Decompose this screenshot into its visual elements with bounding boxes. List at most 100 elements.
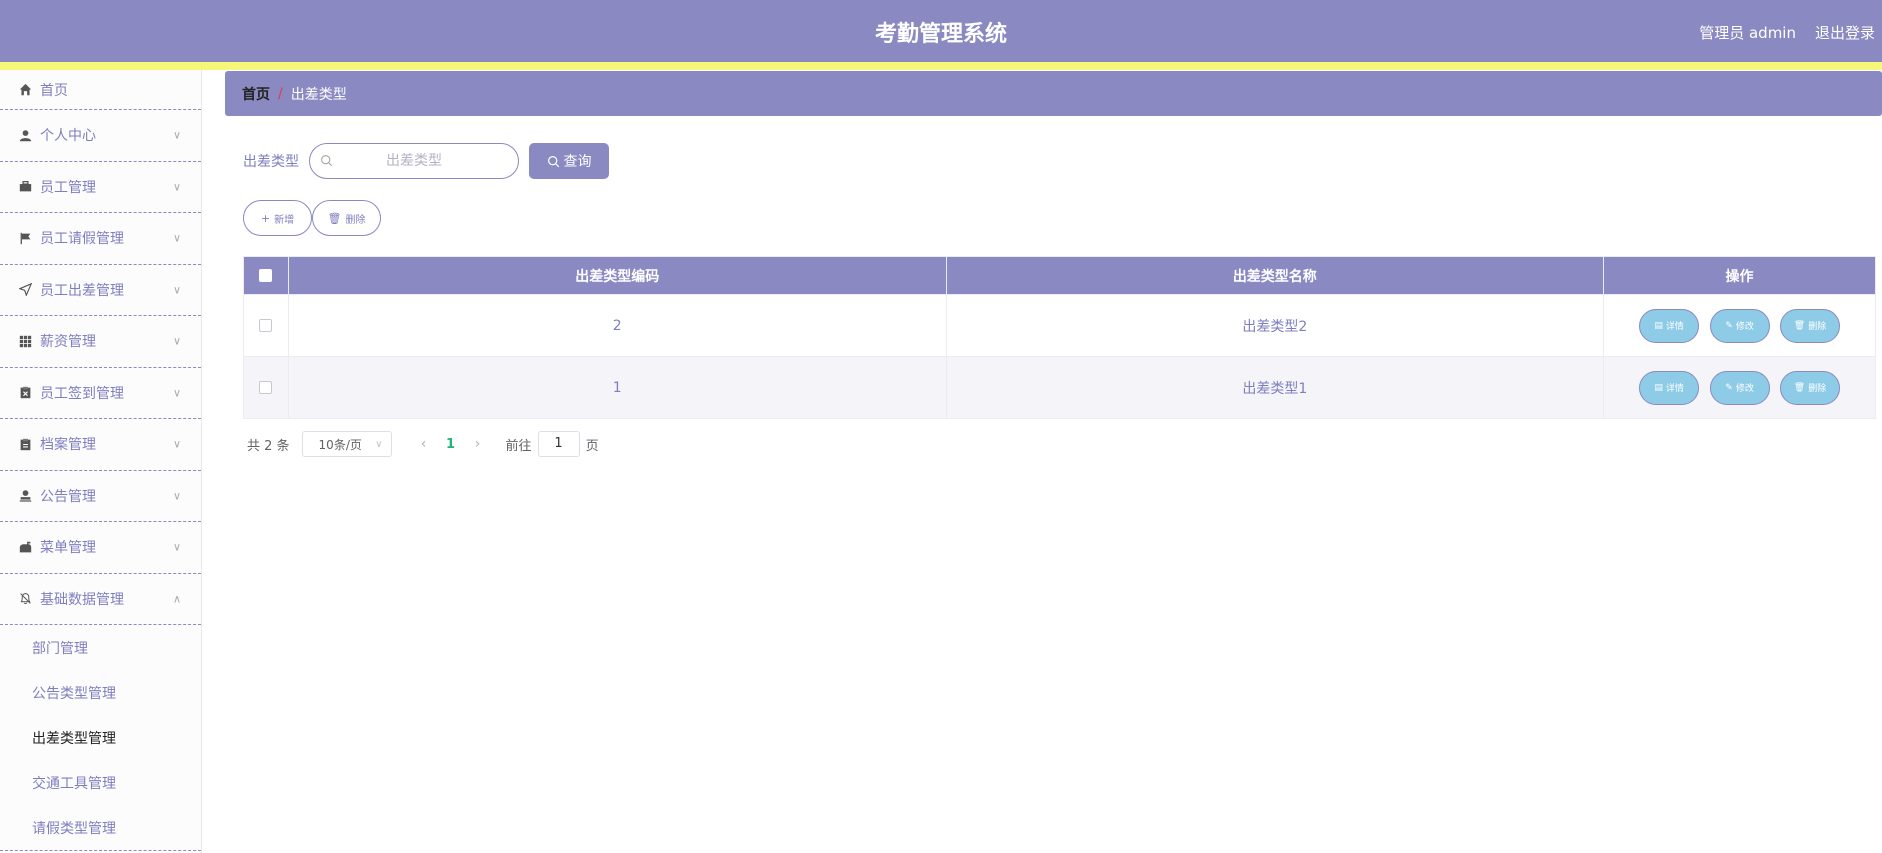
column-header: 操作 (1603, 256, 1876, 295)
row-checkbox[interactable] (259, 319, 273, 332)
sidebar: 首页 个人中心 ∨ 员工管理 ∨ 员工请假管理 ∨ 员工出差管理 ∨ 薪资管理 … (0, 70, 202, 853)
row-select-cell (243, 356, 289, 419)
sidebar-item-salary[interactable]: 薪资管理 ∨ (0, 316, 201, 368)
chevron-down-icon: ∨ (172, 283, 181, 297)
row-select-cell (243, 294, 289, 357)
sidebar-item-label: 基础数据管理 (40, 591, 124, 608)
delete-button[interactable]: 🗑︎ 删除 (312, 200, 381, 236)
sidebar-item-business-trip[interactable]: 员工出差管理 ∨ (0, 265, 201, 316)
sidebar-item-label: 菜单管理 (40, 540, 96, 557)
edit-icon: ✎ (1725, 382, 1733, 393)
goto-page-input[interactable]: 1 (537, 431, 580, 457)
submenu-item-notice-type[interactable]: 公告类型管理 (0, 670, 201, 715)
chevron-down-icon: ∨ (172, 489, 181, 503)
sidebar-item-menus[interactable]: 菜单管理 ∨ (0, 522, 201, 574)
table-cell-name: 出差类型2 (945, 294, 1605, 357)
page-size-value: 10条/页 (318, 437, 362, 452)
goto-prefix: 前往 (505, 438, 532, 454)
breadcrumb-home[interactable]: 首页 (242, 84, 270, 104)
sidebar-item-checkin[interactable]: 员工签到管理 ∨ (0, 368, 201, 419)
detail-button-label: 详情 (1665, 384, 1684, 394)
chevron-up-icon: ∧ (172, 592, 181, 606)
submenu-base-data: 部门管理 公告类型管理 出差类型管理 交通工具管理 请假类型管理 (0, 625, 201, 851)
stamp-icon (18, 489, 32, 503)
select-all-checkbox[interactable] (259, 269, 273, 282)
table-cell-code: 2 (287, 294, 947, 357)
next-page-button[interactable]: › (466, 436, 490, 452)
goto-suffix: 页 (585, 438, 599, 454)
submenu-item-department[interactable]: 部门管理 (0, 625, 201, 670)
clipboard-icon (18, 437, 32, 451)
edit-button[interactable]: ✎ 修改 (1709, 308, 1770, 343)
row-checkbox[interactable] (259, 381, 273, 394)
logout-link[interactable]: 退出登录 (1815, 22, 1875, 43)
submenu-item-leave-type[interactable]: 请假类型管理 (0, 805, 201, 850)
sidebar-item-profile[interactable]: 个人中心 ∨ (0, 110, 201, 162)
sidebar-item-label: 薪资管理 (40, 334, 96, 351)
home-icon (18, 83, 32, 97)
submenu-item-trip-type[interactable]: 出差类型管理 (0, 715, 201, 760)
trip-type-table: 出差类型编码 出差类型名称 操作 2 出差类型2 ▤ 详情 ✎ 修改 🗑︎ 删除 1 … (243, 256, 1876, 419)
pagination: 共 2 条 10条/页 ∨ ‹ 1 › 前往 1 页 (247, 431, 599, 457)
pagination-total: 共 2 条 (247, 438, 290, 454)
header-stripe (0, 62, 1882, 70)
sidebar-item-label: 首页 (40, 82, 68, 99)
detail-button[interactable]: ▤ 详情 (1639, 308, 1700, 343)
mailbox-icon (18, 540, 32, 554)
sidebar-item-notices[interactable]: 公告管理 ∨ (0, 471, 201, 522)
search-field[interactable] (309, 143, 519, 179)
table-row: 2 出差类型2 ▤ 详情 ✎ 修改 🗑︎ 删除 (243, 294, 1876, 357)
edit-button[interactable]: ✎ 修改 (1709, 370, 1770, 405)
search-input[interactable] (310, 153, 518, 169)
table-cell-name: 出差类型1 (945, 356, 1605, 419)
sidebar-item-archives[interactable]: 档案管理 ∨ (0, 419, 201, 471)
edit-icon: ✎ (1725, 320, 1733, 331)
table-cell-actions: ▤ 详情 ✎ 修改 🗑︎ 删除 (1603, 294, 1876, 357)
sidebar-item-label: 档案管理 (40, 437, 96, 454)
briefcase-icon (18, 180, 32, 194)
row-delete-button-label: 删除 (1808, 322, 1827, 332)
sidebar-item-home[interactable]: 首页 (0, 70, 201, 110)
query-button[interactable]: 查询 (529, 143, 609, 179)
row-delete-button[interactable]: 🗑︎ 删除 (1780, 370, 1840, 405)
grid-icon (18, 334, 32, 348)
flag-icon (18, 231, 32, 245)
row-delete-button-label: 删除 (1808, 384, 1827, 394)
submenu-item-transport[interactable]: 交通工具管理 (0, 760, 201, 805)
sidebar-item-label: 员工管理 (40, 179, 96, 196)
column-header: 出差类型编码 (287, 256, 947, 295)
document-icon: ▤ (1654, 320, 1663, 331)
row-delete-button[interactable]: 🗑︎ 删除 (1780, 308, 1840, 343)
search-bar: 出差类型 查询 (243, 143, 609, 179)
sidebar-item-label: 员工请假管理 (40, 231, 124, 248)
document-icon: ▤ (1654, 382, 1663, 393)
chevron-down-icon: ∨ (172, 437, 181, 451)
clipboard-x-icon (18, 386, 32, 400)
trash-icon: 🗑︎ (1793, 320, 1806, 331)
breadcrumb-separator: / (278, 85, 283, 102)
top-bar: 考勤管理系统 管理员 admin 退出登录 (0, 0, 1882, 62)
plus-icon: + (260, 211, 271, 225)
chevron-down-icon: ∨ (172, 334, 181, 348)
add-button[interactable]: + 新增 (243, 200, 312, 236)
send-icon (18, 283, 32, 297)
page-size-select[interactable]: 10条/页 ∨ (301, 431, 392, 457)
breadcrumb: 首页 / 出差类型 (225, 71, 1882, 116)
delete-button-label: 删除 (345, 214, 366, 226)
sidebar-item-label: 员工签到管理 (40, 385, 124, 402)
edit-button-label: 修改 (1735, 322, 1754, 332)
detail-button[interactable]: ▤ 详情 (1639, 370, 1700, 405)
user-icon (18, 128, 32, 142)
search-icon (320, 154, 333, 171)
chevron-down-icon: ∨ (375, 438, 383, 450)
add-button-label: 新增 (274, 214, 295, 226)
sidebar-item-base-data[interactable]: 基础数据管理 ∧ (0, 574, 201, 625)
page-number-current[interactable]: 1 (436, 437, 466, 452)
sidebar-item-employees[interactable]: 员工管理 ∨ (0, 162, 201, 213)
prev-page-button[interactable]: ‹ (412, 436, 436, 452)
chevron-down-icon: ∨ (172, 128, 181, 142)
app-title: 考勤管理系统 (874, 22, 1007, 47)
trash-icon: 🗑︎ (1793, 382, 1806, 393)
sidebar-item-leave[interactable]: 员工请假管理 ∨ (0, 213, 201, 265)
table-header-row: 出差类型编码 出差类型名称 操作 (243, 256, 1876, 295)
